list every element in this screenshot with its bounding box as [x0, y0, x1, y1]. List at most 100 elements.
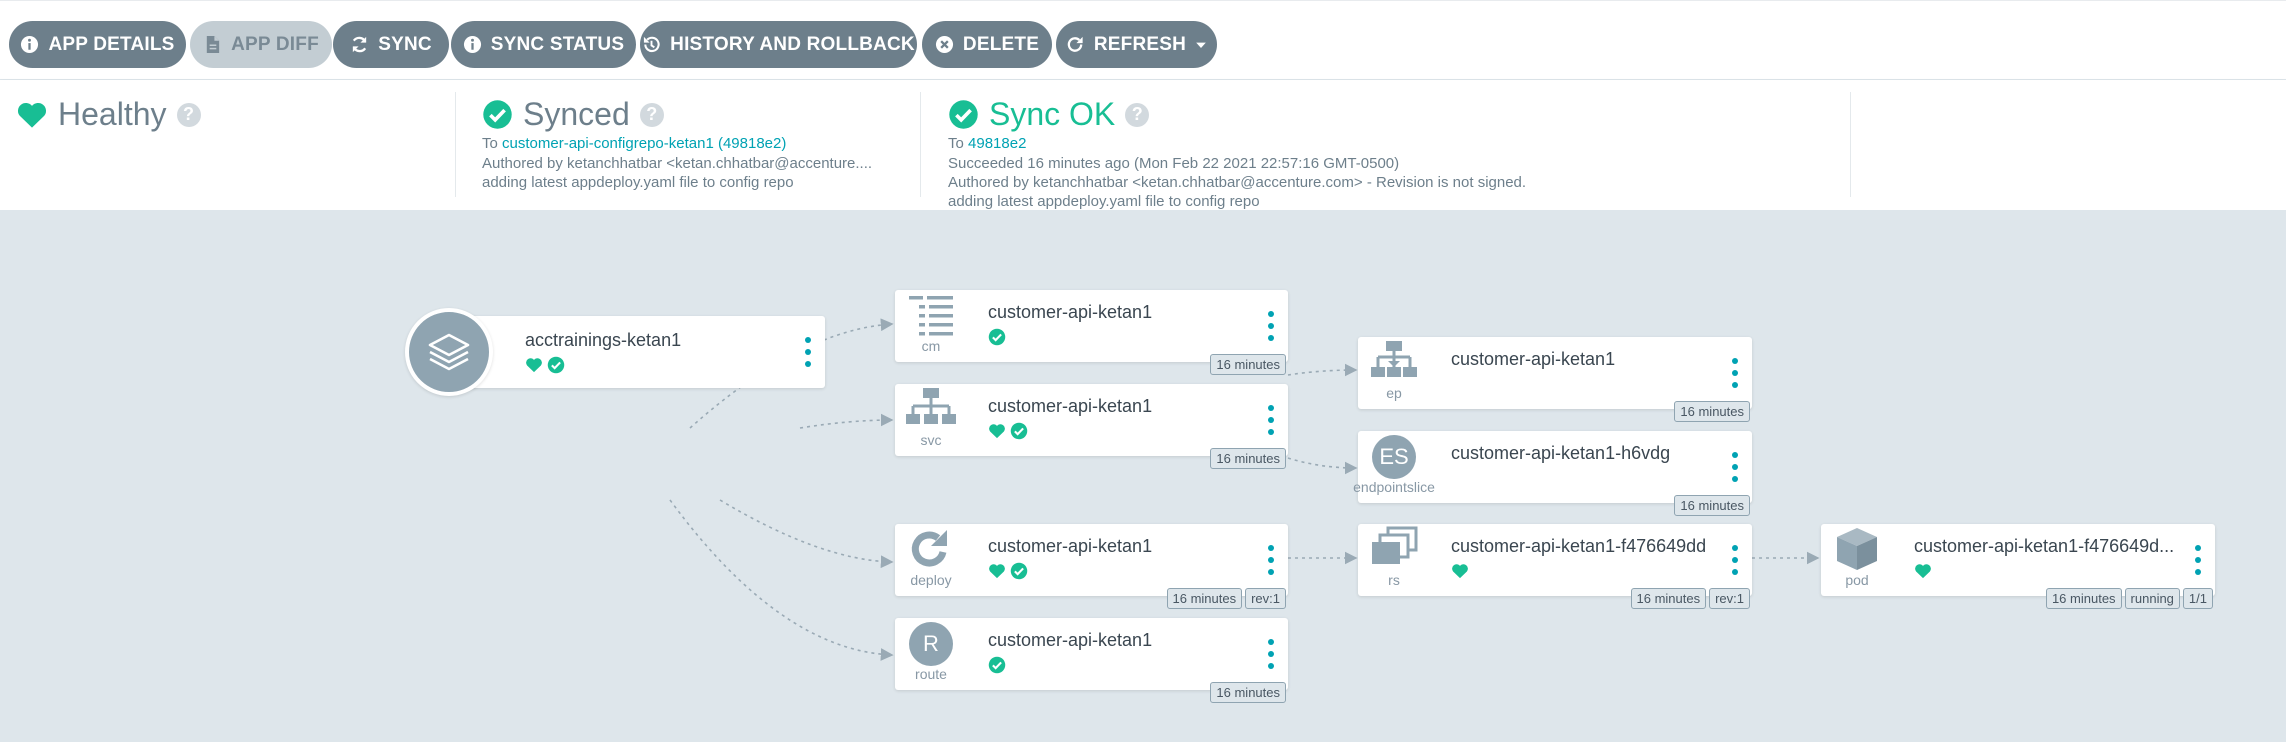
app-diff-button[interactable]: APP DIFF: [190, 21, 332, 68]
list-icon: [909, 296, 953, 336]
node-name: customer-api-ketan1: [988, 396, 1153, 416]
divider: [455, 92, 456, 197]
node-tags: 16 minutes rev:1: [1630, 588, 1750, 609]
operation-revision-link[interactable]: 49818e2: [968, 135, 1026, 152]
help-icon[interactable]: ?: [1125, 102, 1150, 127]
kebab-menu-icon[interactable]: [1732, 452, 1738, 482]
node-tags: 16 minutes: [1674, 401, 1750, 422]
redo-icon: [911, 530, 947, 567]
endpointslice-letter-icon: ES: [1372, 435, 1416, 479]
redo-icon: [1067, 36, 1083, 52]
edge-app-route: [669, 499, 894, 661]
resource-node-cm[interactable]: cm customer-api-ketan1 16 minutes: [895, 290, 1288, 375]
kebab-menu-icon[interactable]: [1732, 358, 1738, 388]
node-status-icons: [988, 422, 1028, 440]
sync-status: Synced ?: [482, 96, 664, 133]
caret-down-icon: [1196, 42, 1206, 48]
kebab-menu-icon[interactable]: [1732, 545, 1738, 575]
node-name: customer-api-ketan1: [988, 536, 1153, 556]
heart-icon: [1915, 564, 1931, 579]
resource-node-ep[interactable]: ep customer-api-ketan1 16 minutes: [1358, 337, 1752, 422]
clone-icon: [1372, 526, 1418, 564]
app-diff-label: APP DIFF: [231, 33, 319, 55]
node-kind: deploy: [910, 572, 952, 588]
resource-node-rs[interactable]: rs customer-api-ketan1-f476649dd 16 minu…: [1358, 524, 1752, 609]
kebab-menu-icon[interactable]: [1268, 405, 1274, 435]
kebab-menu-icon[interactable]: [805, 337, 811, 367]
node-icon: rs: [1364, 526, 1424, 594]
node-icon: svc: [901, 386, 961, 454]
cube-icon: [1837, 528, 1877, 570]
resource-node-endpointslice[interactable]: ES endpointslice customer-api-ketan1-h6v…: [1353, 431, 1752, 516]
node-kind: ep: [1386, 385, 1402, 401]
node-tags: 16 minutes: [1674, 495, 1750, 516]
app-details-button[interactable]: APP DETAILS: [9, 21, 186, 68]
resource-node-svc[interactable]: svc customer-api-ketan1 16 minutes: [895, 384, 1288, 469]
age-tag: 16 minutes: [1210, 682, 1286, 703]
app-details-label: APP DETAILS: [48, 33, 175, 55]
node-name: customer-api-ketan1-h6vdg: [1451, 443, 1671, 463]
resource-node-route[interactable]: R route customer-api-ketan1 16 minutes: [895, 618, 1288, 703]
node-kind: cm: [921, 338, 941, 354]
node-kind: svc: [920, 432, 942, 448]
node-status-icons: [988, 328, 1006, 346]
check-circle-icon: [949, 100, 978, 129]
edge-svc-ep: [1287, 363, 1358, 377]
node-tags: 16 minutes running 1/1: [2045, 588, 2213, 609]
kebab-menu-icon[interactable]: [1268, 545, 1274, 575]
health-status: Healthy ?: [16, 96, 201, 133]
node-tags: 16 minutes: [1210, 682, 1286, 703]
edge-app-deploy: [719, 499, 894, 569]
edge-svc-es: [1287, 457, 1358, 475]
help-icon[interactable]: ?: [639, 102, 664, 127]
node-name: customer-api-ketan1: [988, 302, 1153, 322]
operation-status-label: Sync OK: [989, 96, 1116, 132]
operation-to-prefix: To: [948, 135, 964, 152]
sync-revision-link[interactable]: customer-api-configrepo-ketan1 (49818e2): [502, 135, 786, 152]
delete-button[interactable]: DELETE: [922, 21, 1052, 68]
history-rollback-button[interactable]: HISTORY AND ROLLBACK: [640, 21, 917, 68]
heart-icon: [989, 424, 1005, 439]
operation-author: Authored by ketanchhatbar <ketan.chhatba…: [948, 174, 1527, 191]
check-circle-icon: [547, 356, 565, 374]
kebab-menu-icon[interactable]: [2195, 545, 2201, 575]
age-tag: 16 minutes: [1674, 401, 1750, 422]
application-node[interactable]: acctrainings-ketan1: [405, 308, 825, 396]
operation-commit-message: adding latest appdeploy.yaml file to con…: [948, 193, 1260, 210]
node-name: customer-api-ketan1: [988, 630, 1153, 650]
resource-node-deploy[interactable]: deploy customer-api-ketan1 16 minutes re…: [895, 524, 1288, 609]
sync-status-label: SYNC STATUS: [490, 33, 625, 55]
sync-target: To customer-api-configrepo-ketan1 (49818…: [482, 135, 786, 152]
layers-icon: [428, 333, 470, 371]
refresh-button[interactable]: REFRESH: [1056, 21, 1217, 68]
node-tags: 16 minutes: [1210, 448, 1286, 469]
node-icon: pod: [1827, 526, 1887, 594]
node-icon: cm: [901, 292, 961, 360]
kebab-menu-icon[interactable]: [1268, 311, 1274, 341]
node-status-icons: [1914, 562, 1932, 580]
node-name: customer-api-ketan1-f476649dd: [1451, 536, 1707, 556]
help-icon[interactable]: ?: [176, 102, 201, 127]
revision-tag: rev:1: [1709, 588, 1750, 609]
info-circle-icon: [463, 35, 481, 54]
sync-status-button[interactable]: SYNC STATUS: [451, 21, 636, 68]
heart-icon: [17, 102, 47, 128]
node-status-icons: [988, 656, 1006, 674]
route-letter-icon: R: [909, 622, 953, 666]
kebab-menu-icon[interactable]: [1268, 639, 1274, 669]
phase-tag: running: [2124, 588, 2180, 609]
resource-node-pod[interactable]: pod customer-api-ketan1-f476649d... 16 m…: [1821, 524, 2215, 609]
health-label: Healthy: [58, 96, 167, 132]
divider: [920, 92, 921, 197]
node-status-icons: [988, 562, 1028, 580]
check-circle-icon: [483, 100, 512, 129]
age-tag: 16 minutes: [1166, 588, 1243, 609]
heart-icon: [526, 358, 542, 373]
toolbar: APP DETAILS APP DIFF SYNC SYNC STATUS HI…: [0, 0, 2286, 80]
heart-icon: [989, 564, 1005, 579]
sync-button[interactable]: SYNC: [333, 21, 449, 68]
operation-status: Sync OK ?: [948, 96, 1150, 133]
sync-commit-message: adding latest appdeploy.yaml file to con…: [482, 174, 794, 191]
endpoints-icon: [1371, 341, 1417, 377]
node-kind: endpointslice: [1353, 479, 1435, 495]
